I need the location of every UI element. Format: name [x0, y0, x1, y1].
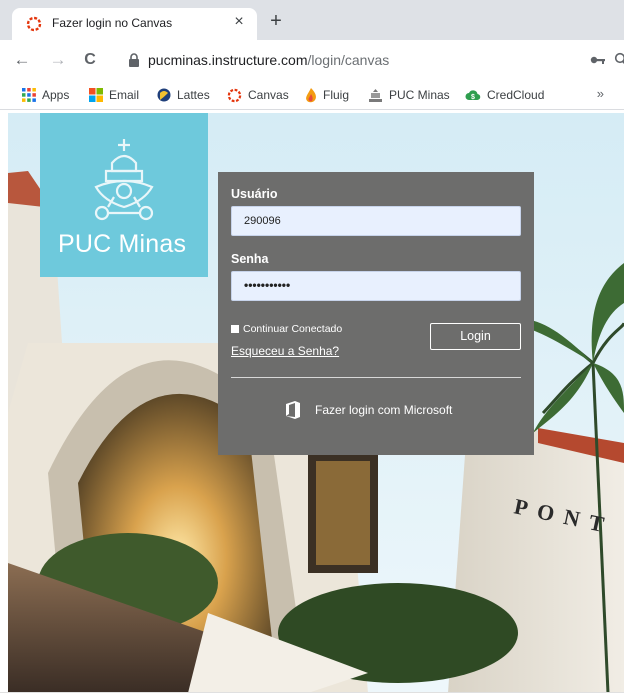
pucminas-logo: PUC Minas — [40, 113, 208, 277]
bookmark-canvas[interactable]: Canvas — [227, 87, 289, 103]
url-path: /login/canvas — [307, 52, 390, 68]
bookmark-label: Lattes — [177, 88, 210, 102]
bookmark-label: Apps — [42, 88, 70, 102]
pucminas-crest-icon — [94, 139, 154, 221]
tab-title: Fazer login no Canvas — [52, 16, 173, 30]
lattes-icon — [157, 88, 171, 102]
remember-me-checkbox[interactable]: Continuar Conectado — [231, 323, 342, 335]
remember-me-label: Continuar Conectado — [243, 323, 343, 335]
bookmark-lattes[interactable]: Lattes — [157, 87, 210, 103]
bookmark-label: Fluig — [323, 88, 350, 102]
url-host: pucminas.instructure.com — [148, 52, 308, 68]
bookmark-apps[interactable]: Apps — [22, 87, 69, 103]
username-label: Usuário — [231, 187, 278, 201]
bookmark-fluig[interactable]: Fluig — [305, 87, 349, 103]
forgot-password-link[interactable]: Esqueceu a Senha? — [231, 344, 339, 358]
close-tab-icon[interactable]: × — [231, 14, 247, 30]
svg-text:$: $ — [471, 94, 475, 101]
login-panel: Usuário 290096 Senha ••••••••••• Continu… — [218, 172, 534, 455]
bottom-edge — [0, 692, 624, 698]
forward-button[interactable]: → — [48, 50, 68, 70]
bookmarks-overflow-button[interactable]: » — [597, 86, 604, 101]
zoom-icon[interactable] — [614, 52, 624, 68]
bookmark-email[interactable]: Email — [89, 87, 139, 103]
fluig-icon — [306, 87, 316, 102]
address-bar[interactable]: pucminas.instructure.com/login/canvas — [108, 46, 624, 74]
office-logo-icon — [286, 401, 300, 419]
logo-text: PUC Minas — [58, 230, 187, 258]
bookmarks-bar: Apps Email Lattes Canvas Fluig PUC Minas — [0, 80, 624, 110]
bookmark-label: CredCloud — [487, 88, 545, 102]
login-button[interactable]: Login — [430, 323, 521, 350]
bookmark-credcloud[interactable]: $ CredCloud — [465, 87, 544, 103]
back-button[interactable]: ← — [12, 50, 32, 70]
canvas-logo-icon — [227, 88, 242, 102]
microsoft-login-label: Fazer login com Microsoft — [315, 403, 453, 417]
password-label: Senha — [231, 252, 269, 266]
password-input[interactable]: ••••••••••• — [231, 271, 521, 301]
new-tab-button[interactable]: + — [266, 11, 286, 32]
microsoft-login-button[interactable]: Fazer login com Microsoft — [284, 401, 452, 419]
url-text: pucminas.instructure.com/login/canvas — [148, 52, 389, 68]
username-input[interactable]: 290096 — [231, 206, 521, 236]
browser-tab[interactable]: Fazer login no Canvas × — [12, 8, 257, 40]
bookmark-label: Email — [109, 88, 140, 102]
credcloud-icon: $ — [465, 90, 481, 101]
pucminas-crest-icon — [369, 88, 382, 102]
apps-grid-icon — [22, 88, 36, 102]
divider — [231, 377, 521, 378]
tab-strip: Fazer login no Canvas × + — [0, 0, 624, 40]
bookmark-pucminas[interactable]: PUC Minas — [368, 87, 450, 103]
bookmark-label: Canvas — [248, 88, 289, 102]
browser-toolbar: ← → C pucminas.instructure.com/login/can… — [0, 40, 624, 80]
lock-icon — [129, 53, 139, 67]
key-icon[interactable] — [590, 53, 606, 67]
canvas-logo-icon — [26, 16, 42, 32]
bookmark-label: PUC Minas — [389, 88, 450, 102]
windows-logo-icon — [89, 88, 103, 102]
login-page: PONT PUC Minas Usuário 290096 Senha ••••… — [8, 113, 624, 693]
reload-button[interactable]: C — [80, 50, 100, 70]
checkbox-box[interactable] — [231, 325, 239, 333]
